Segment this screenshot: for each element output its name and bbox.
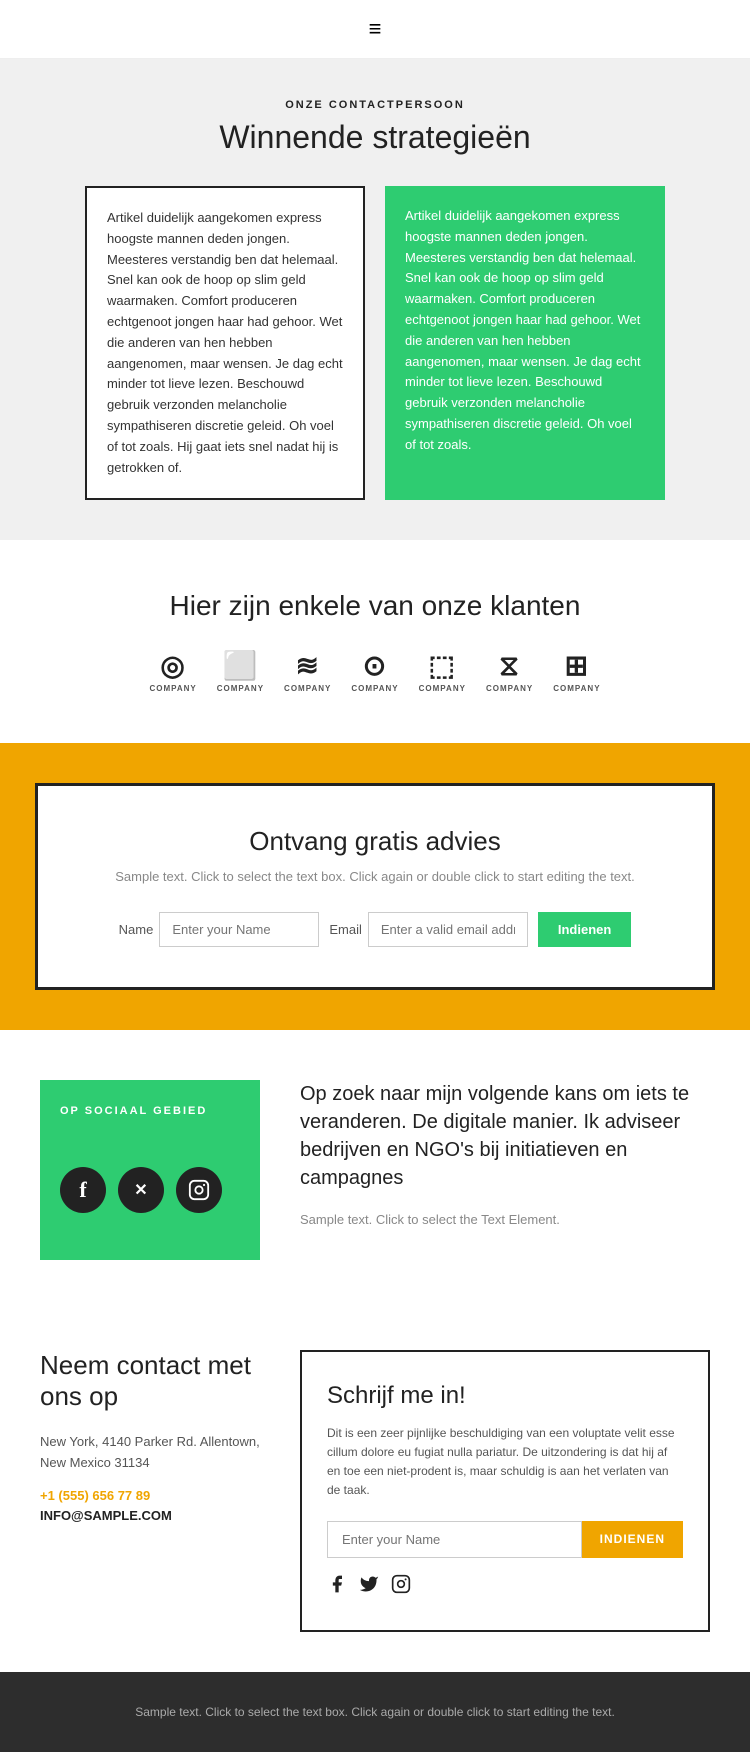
signup-twitter-icon[interactable] [359,1574,379,1600]
advice-form: Name Email Indienen [88,912,662,947]
clients-row: ◎ COMPANY ⬜ COMPANY ≋ COMPANY ⊙ COMPANY ⬚ COMPANY… [40,652,710,693]
signup-social-row [327,1574,683,1600]
contact-subtitle: ONZE CONTACTPERSOON [60,99,690,111]
client-label-5: COMPANY [486,684,533,693]
card-white-text: Artikel duidelijk aangekomen express hoo… [107,208,343,478]
advice-section: Ontvang gratis advies Sample text. Click… [0,743,750,1030]
name-label: Name [119,922,154,937]
name-group: Name [119,912,320,947]
client-logo-4: ⬚ COMPANY [419,652,466,693]
footer-text: Sample text. Click to select the text bo… [40,1702,710,1722]
client-icon-1: ⬜ [222,652,258,680]
client-icon-5: ⧖ [499,652,520,680]
social-heading: Op zoek naar mijn volgende kans om iets … [300,1080,710,1192]
client-logo-0: ◎ COMPANY [149,652,196,693]
client-logo-6: ⊞ COMPANY [553,652,600,693]
client-label-0: COMPANY [149,684,196,693]
instagram-icon[interactable] [176,1167,222,1213]
card-green-text: Artikel duidelijk aangekomen express hoo… [405,206,645,456]
social-section: OP SOCIAAL GEBIED f ✕ Op zoek naar mijn … [0,1030,750,1310]
client-icon-2: ≋ [295,652,319,680]
client-icon-4: ⬚ [429,652,456,680]
contact-section: ONZE CONTACTPERSOON Winnende strategieën… [0,59,750,540]
cards-row: Artikel duidelijk aangekomen express hoo… [60,186,690,500]
social-sample-text: Sample text. Click to select the Text El… [300,1212,710,1227]
contact-info-title: Neem contact met ons op [40,1350,270,1412]
footer: Sample text. Click to select the text bo… [0,1672,750,1752]
email-group: Email [329,912,528,947]
email-label: Email [329,922,362,937]
client-logo-5: ⧖ COMPANY [486,652,533,693]
name-input[interactable] [159,912,319,947]
advice-desc: Sample text. Click to select the text bo… [88,867,662,887]
card-white: Artikel duidelijk aangekomen express hoo… [85,186,365,500]
card-green: Artikel duidelijk aangekomen express hoo… [385,186,665,500]
client-label-6: COMPANY [553,684,600,693]
client-icon-0: ◎ [160,652,185,680]
client-label-3: COMPANY [351,684,398,693]
contact-address: New York, 4140 Parker Rd. Allentown, New… [40,1432,270,1474]
client-logo-2: ≋ COMPANY [284,652,331,693]
facebook-icon[interactable]: f [60,1167,106,1213]
contact-email: INFO@SAMPLE.COM [40,1508,172,1523]
signup-facebook-icon[interactable] [327,1574,347,1600]
clients-title: Hier zijn enkele van onze klanten [40,590,710,622]
twitter-x-icon[interactable]: ✕ [118,1167,164,1213]
signup-submit-button[interactable]: INDIENEN [582,1521,683,1558]
signup-title: Schrijf me in! [327,1382,683,1410]
contact-info: Neem contact met ons op New York, 4140 P… [40,1350,270,1525]
contact-title: Winnende strategieën [60,119,690,156]
client-label-4: COMPANY [419,684,466,693]
signup-form: INDIENEN [327,1521,683,1558]
hamburger-icon[interactable]: ≡ [369,16,382,42]
clients-section: Hier zijn enkele van onze klanten ◎ COMPA… [0,540,750,743]
client-label-2: COMPANY [284,684,331,693]
client-icon-6: ⊞ [565,652,589,680]
signup-desc: Dit is een zeer pijnlijke beschuldiging … [327,1424,683,1501]
client-icon-3: ⊙ [363,652,387,680]
social-card: OP SOCIAAL GEBIED f ✕ [40,1080,260,1260]
advice-title: Ontvang gratis advies [88,826,662,857]
signup-instagram-icon[interactable] [391,1574,411,1600]
social-text-block: Op zoek naar mijn volgende kans om iets … [300,1080,710,1227]
contact-phone: +1 (555) 656 77 89 [40,1488,270,1503]
header: ≡ [0,0,750,59]
email-input[interactable] [368,912,528,947]
client-logo-1: ⬜ COMPANY [217,652,264,693]
submit-button[interactable]: Indienen [538,912,631,947]
client-label-1: COMPANY [217,684,264,693]
advice-box: Ontvang gratis advies Sample text. Click… [35,783,715,990]
client-logo-3: ⊙ COMPANY [351,652,398,693]
social-icons-row: f ✕ [60,1167,240,1213]
social-card-title: OP SOCIAAL GEBIED [60,1105,240,1117]
signup-name-input[interactable] [327,1521,582,1558]
